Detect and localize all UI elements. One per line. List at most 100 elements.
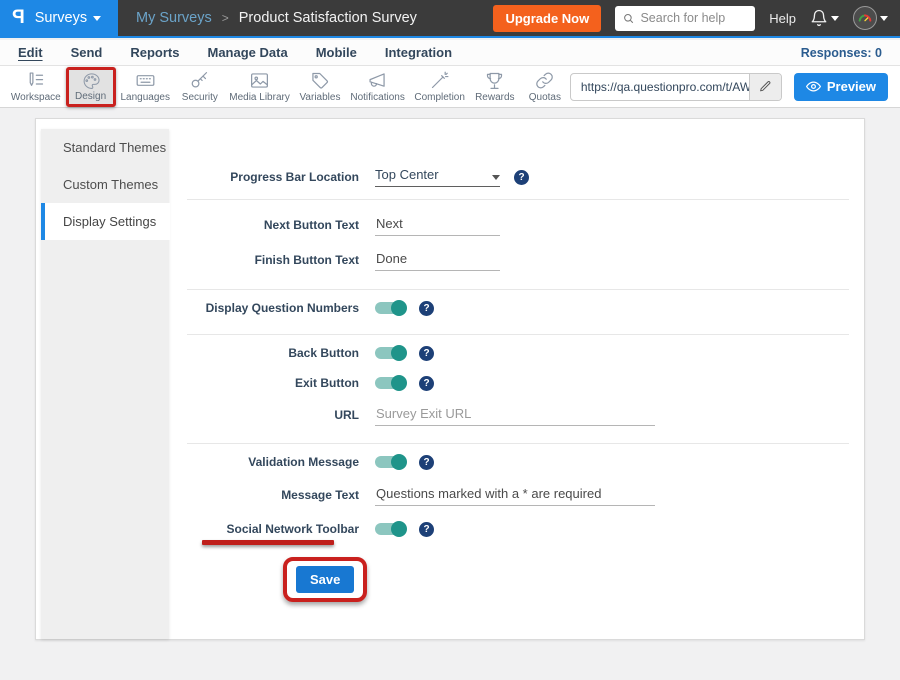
back-button-row: Back Button ?: [169, 338, 864, 368]
progress-bar-location-select[interactable]: Top Center: [375, 167, 500, 187]
help-link[interactable]: Help: [769, 11, 796, 26]
sidebar-item-custom-themes[interactable]: Custom Themes: [41, 166, 169, 203]
page-title: Product Satisfaction Survey: [239, 10, 417, 26]
responses-count[interactable]: Responses: 0: [801, 46, 882, 60]
rewards-icon: [484, 70, 505, 91]
eye-icon: [806, 79, 821, 94]
edit-toolbar: Workspace Design Languages Security Medi…: [0, 66, 900, 108]
quotas-icon: [534, 70, 555, 91]
notifications-icon: [367, 70, 388, 91]
toolbar-item-notifications[interactable]: Notifications: [346, 67, 410, 107]
toolbar-item-languages[interactable]: Languages: [116, 67, 175, 107]
toolbar-item-workspace[interactable]: Workspace: [6, 67, 66, 107]
help-icon[interactable]: ?: [514, 170, 529, 185]
upgrade-now-button[interactable]: Upgrade Now: [493, 5, 601, 32]
search-icon: [623, 12, 634, 25]
toolbar-item-rewards[interactable]: Rewards: [470, 67, 520, 107]
back-button-label: Back Button: [169, 346, 359, 360]
toolbar-label: Languages: [120, 92, 170, 103]
exit-url-input[interactable]: [375, 404, 655, 426]
exit-button-toggle[interactable]: [375, 377, 405, 389]
toolbar-label: Notifications: [350, 92, 404, 103]
progress-bar-location-value: Top Center: [375, 167, 439, 182]
section-divider: [187, 334, 849, 335]
finish-button-text-input[interactable]: [375, 249, 500, 271]
toolbar-item-variables[interactable]: Variables: [294, 67, 345, 107]
toggle-knob: [391, 345, 407, 361]
toolbar-item-media-library[interactable]: Media Library: [225, 67, 294, 107]
display-question-numbers-toggle[interactable]: [375, 302, 405, 314]
preview-button[interactable]: Preview: [794, 73, 888, 101]
help-icon[interactable]: ?: [419, 522, 434, 537]
help-icon[interactable]: ?: [419, 346, 434, 361]
preview-button-label: Preview: [827, 79, 876, 94]
red-underline-annotation: [202, 540, 334, 545]
next-button-text-label: Next Button Text: [169, 218, 359, 232]
back-button-toggle[interactable]: [375, 347, 405, 359]
breadcrumb-my-surveys[interactable]: My Surveys: [136, 10, 212, 26]
progress-bar-location-label: Progress Bar Location: [169, 170, 359, 184]
bell-icon: [810, 9, 828, 27]
social-network-toolbar-toggle[interactable]: [375, 523, 405, 535]
workspace-icon: [25, 70, 46, 91]
languages-icon: [135, 70, 156, 91]
next-button-text-input[interactable]: [375, 214, 500, 236]
exit-button-row: Exit Button ?: [169, 368, 864, 398]
nav-tab-mobile[interactable]: Mobile: [316, 45, 357, 60]
toolbar-item-security[interactable]: Security: [175, 67, 225, 107]
questionpro-logo: P: [12, 7, 25, 29]
progress-bar-location-row: Progress Bar Location Top Center ?: [169, 162, 864, 192]
toolbar-item-quotas[interactable]: Quotas: [520, 67, 570, 107]
red-box-annotation: Save: [283, 557, 367, 602]
message-text-row: Message Text: [169, 480, 864, 510]
account-menu[interactable]: [853, 6, 888, 30]
finish-button-text-row: Finish Button Text: [169, 245, 864, 275]
message-text-input[interactable]: [375, 484, 655, 506]
section-divider: [187, 199, 849, 200]
help-icon[interactable]: ?: [419, 376, 434, 391]
social-network-toolbar-label: Social Network Toolbar: [169, 522, 359, 536]
top-header: P Surveys My Surveys > Product Satisfact…: [0, 0, 900, 38]
gauge-icon: [857, 10, 873, 26]
variables-icon: [309, 70, 330, 91]
edit-url-button[interactable]: [749, 73, 781, 101]
nav-tab-integration[interactable]: Integration: [385, 45, 452, 60]
save-button[interactable]: Save: [296, 566, 354, 593]
surveys-menu[interactable]: Surveys: [35, 10, 101, 26]
validation-message-label: Validation Message: [169, 455, 359, 469]
sidebar-item-display-settings[interactable]: Display Settings: [41, 203, 170, 240]
avatar: [853, 6, 877, 30]
security-icon: [189, 70, 210, 91]
toolbar-item-completion[interactable]: Completion: [410, 67, 470, 107]
help-icon[interactable]: ?: [419, 301, 434, 316]
help-search-box[interactable]: [615, 6, 755, 31]
message-text-label: Message Text: [169, 488, 359, 502]
toggle-knob: [391, 521, 407, 537]
media-library-icon: [249, 70, 270, 91]
survey-url-text: https://qa.questionpro.com/t/AW22Zcq2J: [571, 80, 749, 94]
completion-icon: [429, 70, 450, 91]
nav-tab-send[interactable]: Send: [71, 45, 103, 60]
toolbar-item-design[interactable]: Design: [66, 67, 116, 107]
sidebar-item-standard-themes[interactable]: Standard Themes: [41, 129, 169, 166]
toolbar-label: Security: [182, 92, 218, 103]
surveys-menu-label: Surveys: [35, 10, 87, 26]
nav-tab-manage-data[interactable]: Manage Data: [207, 45, 287, 60]
notifications-menu[interactable]: [810, 9, 839, 27]
nav-tab-edit[interactable]: Edit: [18, 45, 43, 60]
exit-button-label: Exit Button: [169, 376, 359, 390]
survey-url-field[interactable]: https://qa.questionpro.com/t/AW22Zcq2J: [570, 73, 782, 101]
app-window: P Surveys My Surveys > Product Satisfact…: [0, 0, 900, 680]
nav-tab-reports[interactable]: Reports: [130, 45, 179, 60]
help-icon[interactable]: ?: [419, 455, 434, 470]
exit-url-label: URL: [169, 408, 359, 422]
validation-message-toggle[interactable]: [375, 456, 405, 468]
toolbar-label: Design: [75, 91, 106, 102]
search-input[interactable]: [640, 11, 747, 25]
toggle-knob: [391, 300, 407, 316]
section-divider: [187, 443, 849, 444]
survey-nav: Edit Send Reports Manage Data Mobile Int…: [0, 40, 900, 66]
toolbar-label: Variables: [300, 92, 341, 103]
toggle-knob: [391, 375, 407, 391]
product-switcher[interactable]: P Surveys: [0, 0, 118, 37]
